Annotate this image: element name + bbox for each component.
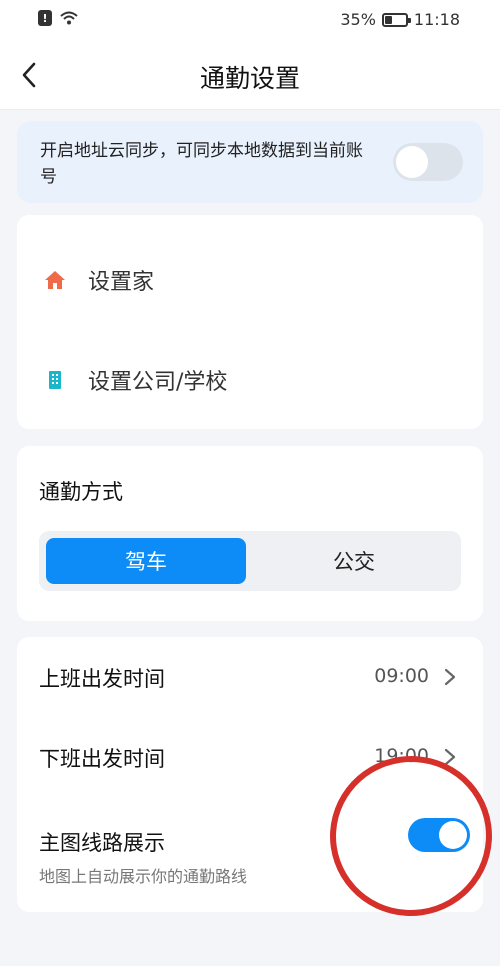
work-departure-value: 09:00 bbox=[374, 665, 429, 687]
route-display-description: 地图上自动展示你的通勤路线 bbox=[39, 867, 248, 886]
chevron-right-icon bbox=[444, 668, 456, 686]
commute-mode-selector: 驾车 公交 bbox=[39, 531, 461, 591]
set-work-label: 设置公司/学校 bbox=[88, 370, 228, 395]
toggle-knob bbox=[439, 821, 467, 849]
set-home-row[interactable]: 设置家 bbox=[17, 250, 483, 310]
battery-fill bbox=[384, 15, 392, 24]
house-icon bbox=[44, 269, 66, 291]
status-bar: ! 35% 11:18 bbox=[0, 0, 500, 40]
address-card: 设置家 设置公司/学校 bbox=[17, 215, 483, 429]
work-departure-row[interactable]: 上班出发时间 09:00 bbox=[17, 647, 483, 707]
battery-percent: 35% bbox=[340, 10, 376, 29]
commute-mode-card: 通勤方式 驾车 公交 bbox=[17, 446, 483, 621]
route-display-label: 主图线路展示 bbox=[39, 831, 165, 855]
home-departure-row[interactable]: 下班出发时间 19:00 bbox=[17, 727, 483, 787]
wifi-icon bbox=[60, 11, 78, 25]
status-right: 35% 11:18 bbox=[340, 10, 460, 29]
status-left: ! bbox=[38, 10, 78, 26]
building-icon bbox=[44, 369, 66, 391]
set-home-label: 设置家 bbox=[88, 270, 155, 295]
set-work-row[interactable]: 设置公司/学校 bbox=[17, 350, 483, 410]
page-title: 通勤设置 bbox=[199, 64, 300, 93]
cloud-sync-banner: 开启地址云同步，可同步本地数据到当前账号 bbox=[17, 121, 483, 203]
toggle-knob bbox=[396, 146, 428, 178]
status-time: 11:18 bbox=[413, 10, 460, 29]
commute-mode-title: 通勤方式 bbox=[39, 480, 123, 504]
mode-transit-button[interactable]: 公交 bbox=[254, 538, 454, 584]
battery-icon bbox=[381, 12, 411, 27]
work-departure-label: 上班出发时间 bbox=[39, 667, 165, 691]
chevron-right-icon bbox=[444, 748, 456, 766]
home-departure-value: 19:00 bbox=[374, 745, 429, 767]
route-display-toggle[interactable] bbox=[408, 818, 470, 852]
home-departure-label: 下班出发时间 bbox=[39, 747, 165, 771]
alert-icon: ! bbox=[38, 10, 52, 26]
commute-time-card: 上班出发时间 09:00 下班出发时间 19:00 主图线路展示 地图上自动展示… bbox=[17, 637, 483, 912]
cloud-sync-toggle[interactable] bbox=[393, 143, 463, 181]
mode-drive-button[interactable]: 驾车 bbox=[46, 538, 246, 584]
header: 通勤设置 bbox=[0, 40, 500, 110]
cloud-sync-text: 开启地址云同步，可同步本地数据到当前账号 bbox=[40, 141, 363, 187]
